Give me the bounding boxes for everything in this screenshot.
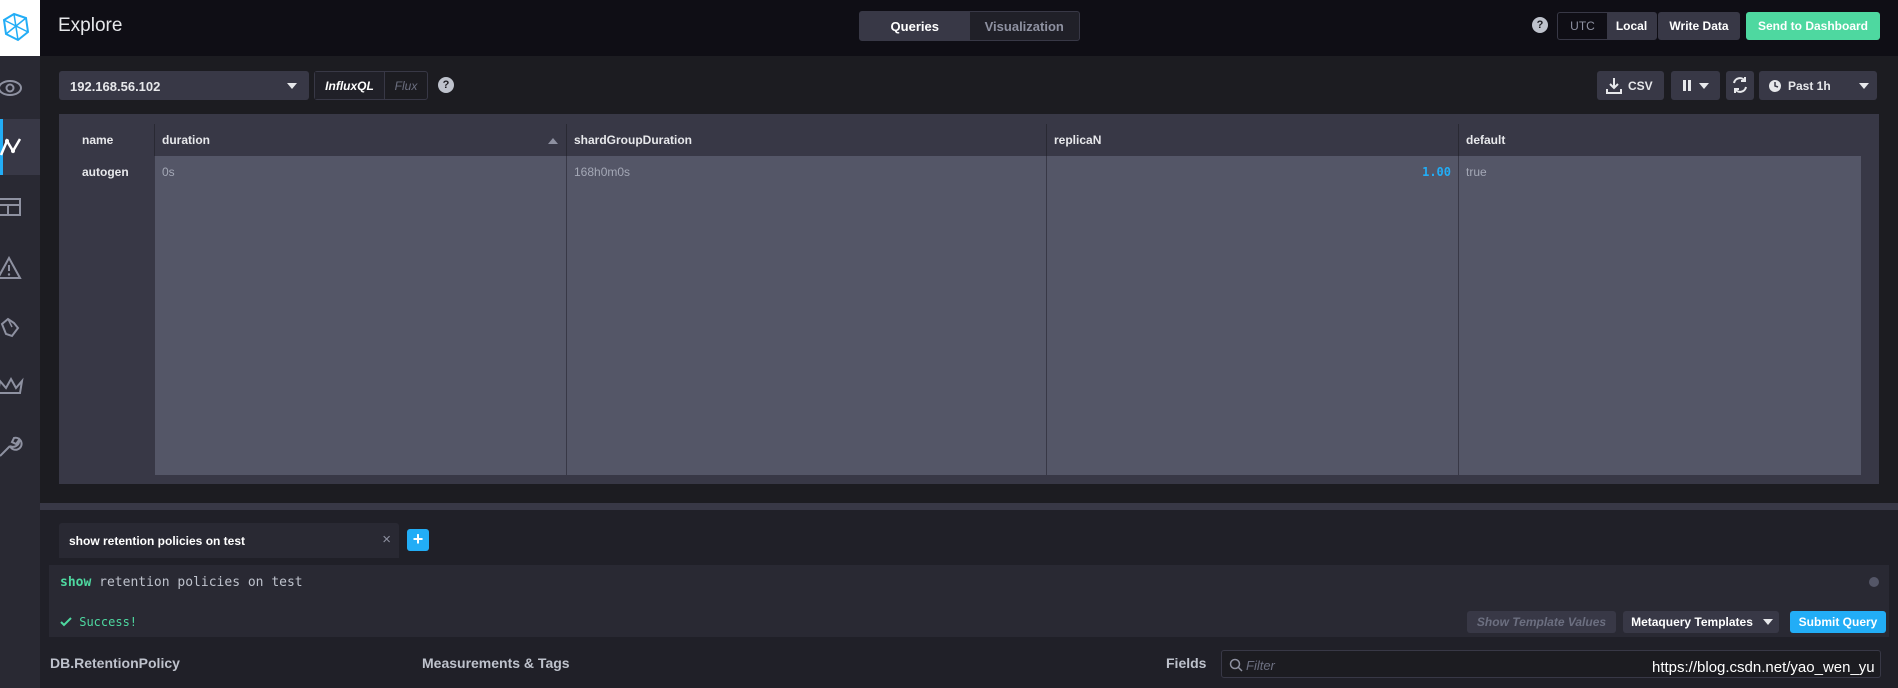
eye-icon: [0, 80, 22, 96]
clock-icon: [1769, 80, 1781, 92]
watermark-text: https://blog.csdn.net/yao_wen_yu: [1652, 659, 1875, 676]
table-cell-shardgroupduration: 168h0m0s: [567, 156, 1047, 475]
influx-logo[interactable]: [0, 0, 40, 56]
source-dropdown[interactable]: 192.168.56.102: [59, 71, 309, 100]
close-icon[interactable]: ×: [382, 531, 391, 548]
column-header-default[interactable]: default: [1459, 124, 1861, 156]
sidebar-item-configuration[interactable]: [0, 418, 40, 474]
show-template-values-button[interactable]: Show Template Values: [1467, 611, 1616, 633]
send-to-dashboard-button[interactable]: Send to Dashboard: [1746, 12, 1880, 40]
query-keyword: show: [60, 575, 92, 590]
column-header-replican[interactable]: replicaN: [1047, 124, 1459, 156]
checkmark-icon: [60, 617, 72, 627]
sort-ascending-icon: [548, 138, 558, 144]
language-help-icon[interactable]: ?: [438, 77, 454, 93]
sidebar-item-hosts[interactable]: [0, 60, 40, 116]
autorefresh-dropdown[interactable]: [1671, 71, 1720, 100]
query-tab-label: show retention policies on test: [69, 534, 246, 548]
table-cell-default: true: [1466, 165, 1487, 179]
column-header-shardgroupduration[interactable]: shardGroupDuration: [567, 124, 1047, 156]
graph-icon: [0, 138, 22, 156]
table-cell-duration: 0s: [155, 156, 567, 475]
sidebar-item-dashboards[interactable]: [0, 179, 40, 235]
column-header-duration[interactable]: duration: [155, 124, 567, 156]
time-range-value: Past 1h: [1788, 79, 1831, 93]
sidebar-item-explore[interactable]: [0, 119, 40, 175]
chevron-down-icon: [287, 83, 297, 89]
page-header: Explore Queries Visualization ? UTC Loca…: [40, 0, 1898, 56]
download-icon: [1606, 78, 1622, 94]
table-icon: [0, 198, 21, 216]
crown-icon: [0, 376, 24, 394]
refresh-button[interactable]: [1726, 71, 1754, 100]
submit-query-button[interactable]: Submit Query: [1790, 611, 1886, 633]
sidebar-item-alerting[interactable]: [0, 240, 40, 296]
wrench-icon: [0, 436, 23, 457]
write-data-button[interactable]: Write Data: [1658, 12, 1740, 40]
help-icon[interactable]: ?: [1532, 17, 1548, 33]
alert-triangle-icon: [0, 256, 22, 279]
hand-icon: [0, 317, 20, 338]
measurements-tags-label: Measurements & Tags: [422, 655, 570, 671]
tab-visualization[interactable]: Visualization: [970, 12, 1080, 40]
app-root: Explore Queries Visualization ? UTC Loca…: [0, 0, 1898, 688]
db-retention-policy-label: DB.RetentionPolicy: [50, 655, 180, 671]
language-flux[interactable]: Flux: [385, 72, 427, 99]
add-query-button[interactable]: +: [407, 529, 429, 551]
query-tab[interactable]: show retention policies on test ×: [59, 523, 399, 558]
status-dot-icon: [1869, 577, 1879, 587]
table-cell-replican: 1.00: [1047, 156, 1459, 475]
source-value: 192.168.56.102: [70, 79, 161, 94]
timezone-toggle: UTC Local: [1557, 12, 1657, 40]
csv-label: CSV: [1628, 79, 1653, 93]
metaquery-templates-dropdown[interactable]: Metaquery Templates: [1623, 611, 1779, 633]
column-header-name[interactable]: name: [75, 124, 155, 156]
sidebar: [0, 0, 40, 688]
mode-tabs: Queries Visualization: [859, 11, 1080, 41]
query-body: retention policies on test: [91, 575, 303, 590]
page-title: Explore: [58, 15, 123, 36]
query-text: show retention policies on test: [60, 575, 303, 590]
fields-label: Fields: [1166, 655, 1207, 671]
sidebar-item-logs[interactable]: [0, 300, 40, 356]
query-status: Success!: [60, 615, 137, 629]
sidebar-item-admin[interactable]: [0, 359, 40, 415]
chevron-down-icon: [1699, 83, 1709, 89]
timezone-utc[interactable]: UTC: [1558, 13, 1607, 39]
time-range-dropdown[interactable]: Past 1h: [1759, 71, 1877, 100]
csv-download-button[interactable]: CSV: [1597, 71, 1664, 100]
results-table: name duration shardGroupDuration replica…: [75, 124, 1861, 475]
language-toggle: InfluxQL Flux: [314, 71, 428, 100]
table-cell-name: autogen: [75, 156, 155, 475]
timezone-local[interactable]: Local: [1607, 13, 1656, 39]
chevron-down-icon: [1763, 619, 1773, 625]
language-influxql[interactable]: InfluxQL: [315, 72, 385, 99]
pause-icon: [1683, 80, 1686, 91]
chevron-down-icon: [1859, 83, 1869, 89]
refresh-icon: [1733, 77, 1747, 93]
tab-queries[interactable]: Queries: [860, 12, 970, 40]
search-icon: [1229, 658, 1243, 672]
resize-divider[interactable]: [40, 503, 1898, 510]
